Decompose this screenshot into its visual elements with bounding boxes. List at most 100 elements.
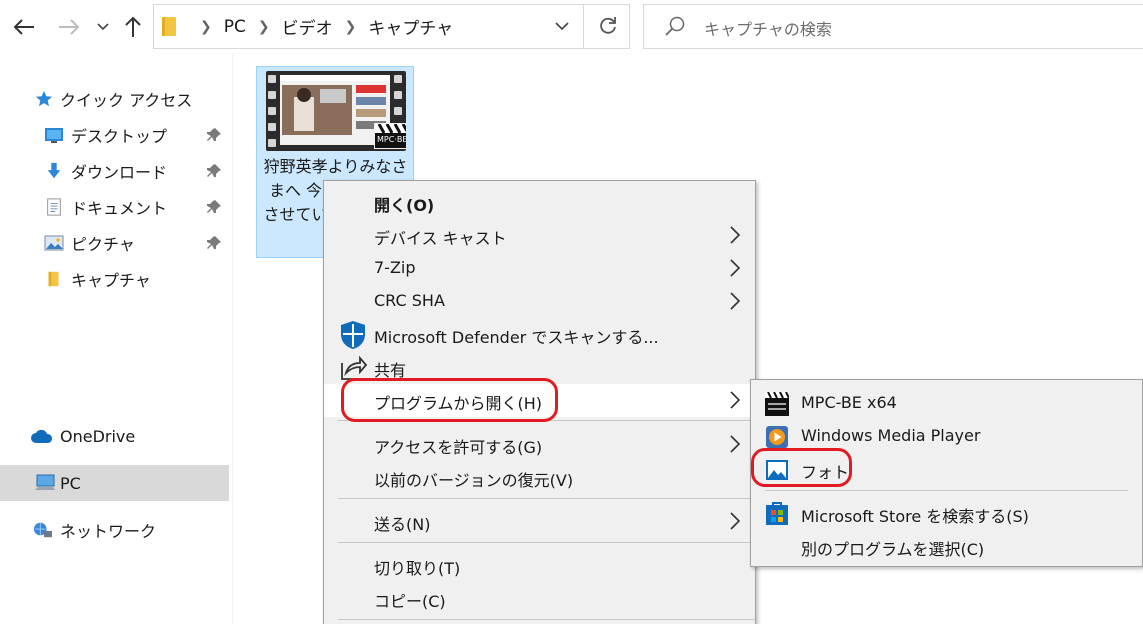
menu-separator	[765, 490, 1128, 491]
menu-item-restore-versions[interactable]: 以前のバージョンの復元(V)	[324, 461, 755, 494]
refresh-button[interactable]	[594, 12, 622, 40]
menu-item-label: デバイス キャスト	[374, 229, 507, 248]
menu-item-label: アクセスを許可する(G)	[374, 438, 543, 457]
menu-item-copy[interactable]: コピー(C)	[324, 582, 755, 615]
film-strip-icon	[268, 75, 278, 147]
submenu-item-choose-another-app[interactable]: 別のプログラムを選択(C)	[751, 530, 1142, 563]
submenu-item-microsoft-store[interactable]: Microsoft Store を検索する(S)	[751, 497, 1142, 530]
mpc-be-icon	[765, 392, 789, 416]
forward-arrow-icon	[59, 19, 80, 35]
nav-item-quick-access[interactable]: クイック アクセス	[0, 81, 229, 117]
highlight-oval-open-with	[341, 378, 558, 422]
nav-label: ダウンロード	[71, 163, 168, 182]
pictures-icon	[44, 235, 64, 251]
menu-item-crc-sha[interactable]: CRC SHA	[324, 285, 755, 318]
chevron-right-icon	[730, 226, 741, 244]
menu-item-label: 切り取り(T)	[374, 559, 461, 578]
microsoft-store-icon	[766, 502, 788, 525]
menu-item-label: CRC SHA	[374, 291, 445, 310]
network-icon	[34, 522, 52, 538]
submenu-item-mpc-be[interactable]: MPC-BE x64	[751, 387, 1142, 420]
menu-separator	[338, 498, 755, 499]
onedrive-cloud-icon	[31, 429, 53, 443]
documents-icon	[47, 198, 61, 216]
clapperboard-icon	[375, 124, 406, 134]
mpc-be-badge-icon: MPC·BE	[374, 123, 406, 149]
menu-item-defender-scan[interactable]: Microsoft Defender でスキャンする...	[324, 318, 755, 351]
pin-icon[interactable]	[206, 163, 222, 179]
menu-item-label: 以前のバージョンの復元(V)	[374, 471, 574, 490]
breadcrumb-chevron-icon: ❯	[344, 18, 357, 35]
back-arrow-icon	[13, 19, 34, 35]
folder-icon	[48, 271, 59, 287]
menu-item-give-access[interactable]: アクセスを許可する(G)	[324, 428, 755, 461]
chevron-down-icon	[97, 23, 109, 31]
defender-shield-icon	[341, 321, 365, 349]
folder-icon	[162, 17, 176, 36]
menu-item-device-cast[interactable]: デバイス キャスト	[324, 219, 755, 252]
breadcrumb-videos[interactable]: ビデオ	[282, 14, 333, 39]
search-placeholder: キャプチャの検索	[704, 20, 832, 39]
nav-label: クイック アクセス	[60, 91, 193, 110]
nav-item-downloads[interactable]: ダウンロード	[0, 153, 229, 189]
breadcrumb-chevron-icon: ❯	[257, 18, 270, 35]
computer-icon	[35, 474, 55, 490]
menu-item-send-to[interactable]: 送る(N)	[324, 505, 755, 538]
address-bar[interactable]: ❯ PC ❯ ビデオ ❯ キャプチャ	[153, 4, 630, 49]
menu-separator	[338, 619, 755, 620]
menu-item-label: コピー(C)	[374, 592, 446, 611]
menu-item-label: 送る(N)	[374, 515, 431, 534]
nav-label: ドキュメント	[71, 199, 168, 218]
chevron-right-icon	[730, 391, 741, 409]
forward-button[interactable]	[55, 12, 83, 42]
submenu-item-label: Windows Media Player	[801, 426, 981, 445]
submenu-item-label: 別のプログラムを選択(C)	[801, 540, 985, 559]
address-dropdown-button[interactable]	[552, 14, 572, 38]
up-button[interactable]	[120, 12, 146, 42]
download-icon	[47, 162, 61, 179]
chevron-right-icon	[730, 259, 741, 277]
chevron-down-icon	[555, 21, 569, 30]
nav-label: キャプチャ	[71, 271, 151, 290]
nav-item-network[interactable]: ネットワーク	[0, 512, 229, 548]
search-box[interactable]: キャプチャの検索	[643, 4, 1143, 49]
menu-item-cut[interactable]: 切り取り(T)	[324, 549, 755, 582]
nav-item-pc[interactable]: PC	[0, 465, 229, 501]
nav-label: ネットワーク	[60, 522, 157, 541]
pin-icon[interactable]	[206, 127, 222, 143]
navigation-bar: ❯ PC ❯ ビデオ ❯ キャプチャ キャプチャの検索	[0, 0, 1143, 54]
menu-item-7zip[interactable]: 7-Zip	[324, 252, 755, 285]
pin-icon[interactable]	[206, 199, 222, 215]
breadcrumb-capture[interactable]: キャプチャ	[368, 14, 453, 39]
navigation-pane-divider	[232, 54, 233, 624]
recent-locations-button[interactable]	[94, 12, 112, 42]
nav-item-desktop[interactable]: デスクトップ	[0, 117, 229, 153]
submenu-item-label: MPC-BE x64	[801, 393, 897, 412]
refresh-icon	[600, 17, 616, 34]
video-thumbnail: MPC·BE	[266, 71, 406, 151]
chevron-right-icon	[730, 435, 741, 453]
desktop-icon	[45, 128, 63, 143]
nav-item-onedrive[interactable]: OneDrive	[0, 418, 229, 454]
nav-label: ピクチャ	[71, 235, 135, 254]
nav-item-pictures[interactable]: ピクチャ	[0, 225, 229, 261]
star-icon	[35, 90, 53, 107]
menu-item-open[interactable]: 開く(O)	[324, 186, 755, 219]
chevron-right-icon	[730, 292, 741, 310]
nav-label: PC	[60, 473, 81, 493]
nav-label: OneDrive	[60, 426, 136, 446]
badge-text: MPC·BE	[377, 135, 406, 144]
up-arrow-icon	[125, 16, 141, 37]
nav-item-documents[interactable]: ドキュメント	[0, 189, 229, 225]
menu-separator	[338, 542, 755, 543]
nav-label: デスクトップ	[71, 127, 168, 146]
address-divider	[583, 5, 584, 48]
chevron-right-icon	[730, 512, 741, 530]
nav-item-capture[interactable]: キャプチャ	[0, 261, 229, 297]
back-button[interactable]	[10, 12, 38, 42]
breadcrumb: ❯ PC ❯ ビデオ ❯ キャプチャ	[188, 5, 453, 48]
breadcrumb-pc[interactable]: PC	[224, 17, 246, 37]
menu-item-label: 開く(O)	[374, 196, 435, 215]
pin-icon[interactable]	[206, 235, 222, 251]
menu-item-label: Microsoft Defender でスキャンする...	[374, 328, 659, 347]
